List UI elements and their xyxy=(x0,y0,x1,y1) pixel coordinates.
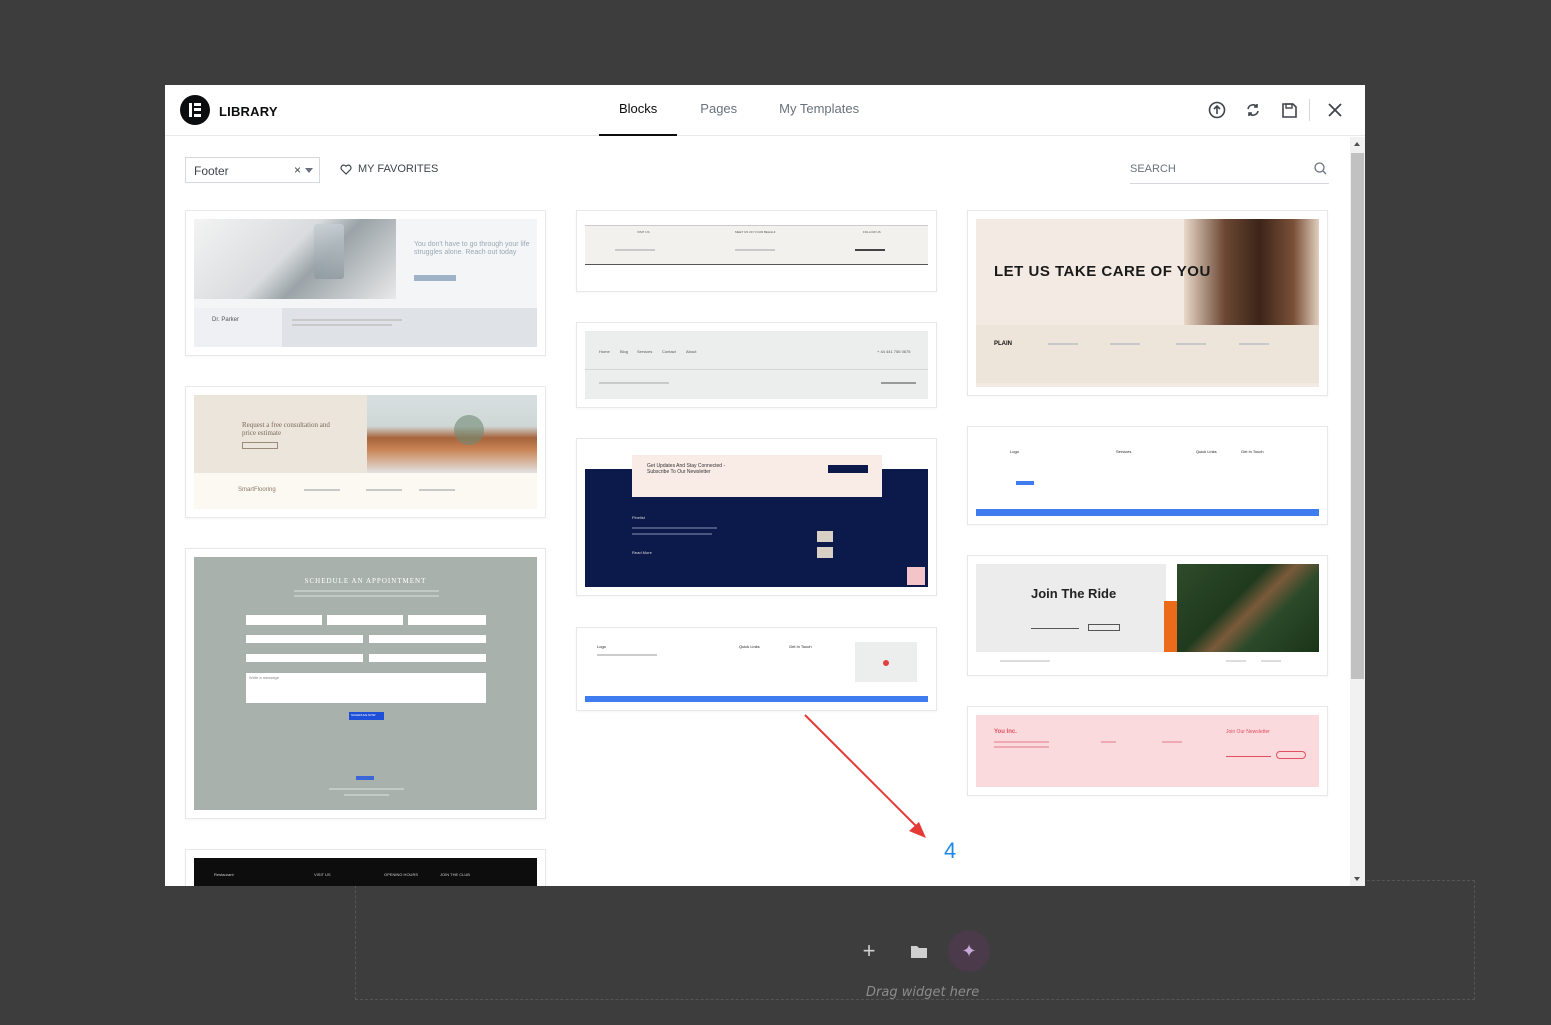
annotation-arrow-icon xyxy=(804,714,926,838)
